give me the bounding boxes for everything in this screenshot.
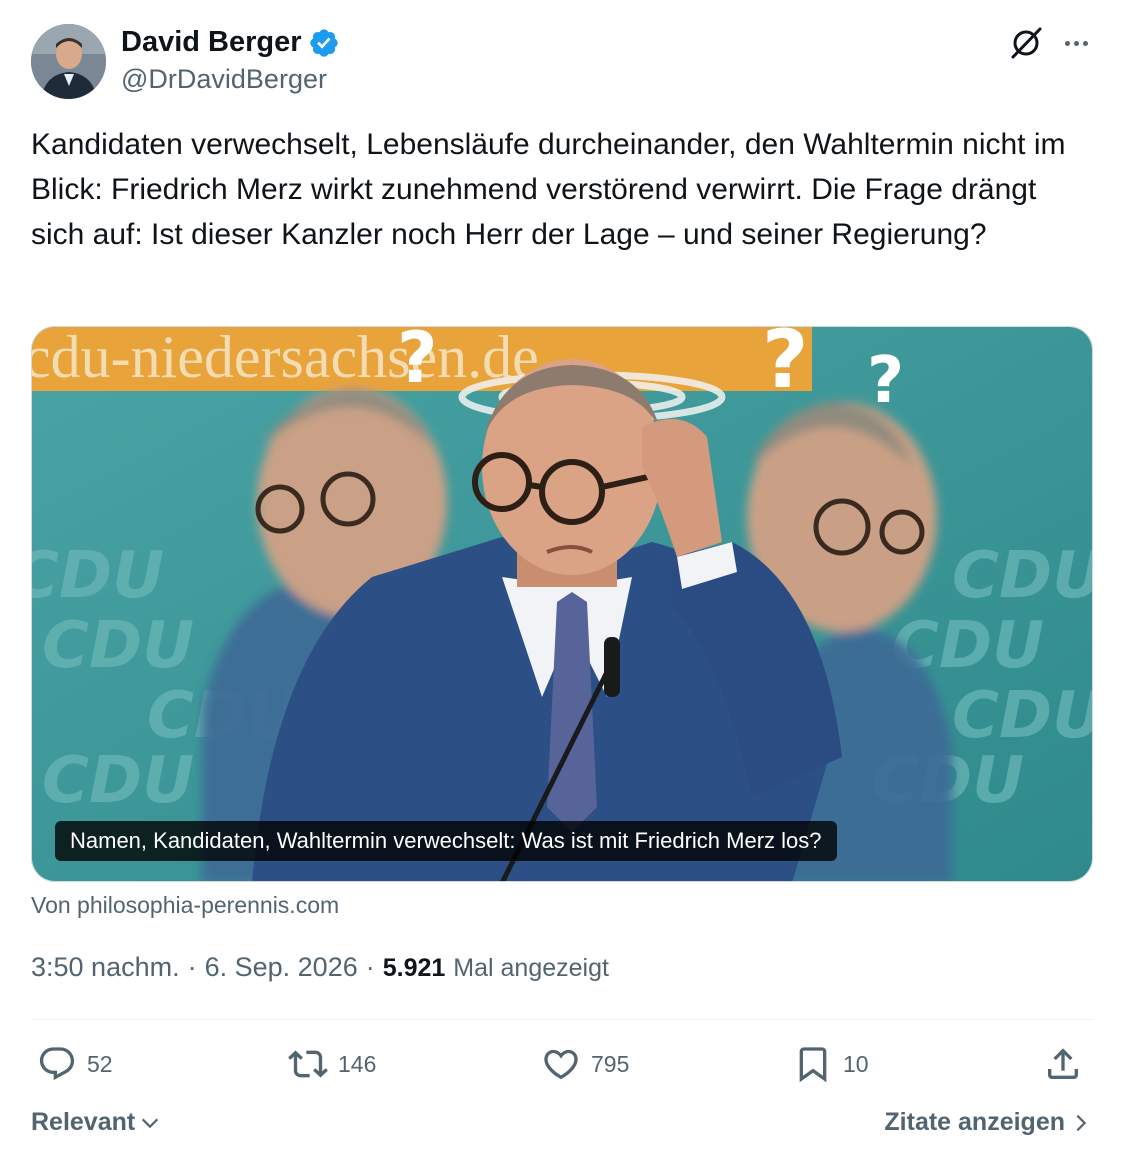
card-caption: Namen, Kandidaten, Wahltermin verwechsel… (55, 821, 837, 861)
meta-separator: · (365, 952, 375, 982)
bookmark-count: 10 (843, 1050, 869, 1077)
grok-icon[interactable] (1007, 24, 1045, 62)
card-source-link[interactable]: Von philosophia-perennis.com (31, 892, 339, 919)
banner-text: cdu-niedersachsen.de (32, 327, 539, 390)
retweet-button[interactable]: 146 (288, 1042, 376, 1086)
chevron-right-icon (1076, 1114, 1087, 1131)
sort-replies-dropdown[interactable]: Relevant (31, 1108, 161, 1137)
cdu-logo-text: CDU (952, 679, 1093, 753)
retweet-icon (288, 1050, 328, 1078)
cdu-logo-text: CDU (42, 609, 194, 683)
tweet-header: David Berger @DrDavidBerger (31, 22, 1093, 102)
views-count: 5.921 (382, 954, 446, 982)
share-button[interactable] (1043, 1042, 1083, 1086)
link-card[interactable]: cdu-niedersachsen.de CDU CDU CDU CDU CDU… (31, 326, 1093, 882)
chevron-down-icon (142, 1118, 159, 1128)
reply-icon (39, 1047, 75, 1081)
quotes-label: Zitate anzeigen (884, 1108, 1065, 1136)
views-label: Mal angezeigt (453, 954, 609, 982)
sort-label: Relevant (31, 1108, 136, 1136)
cdu-logo-text: CDU (42, 744, 194, 818)
svg-text:?: ? (867, 344, 904, 418)
tweet-date[interactable]: 6. Sep. 2026 (205, 952, 358, 983)
name-row: David Berger (121, 26, 340, 59)
view-quotes-link[interactable]: Zitate anzeigen (884, 1108, 1089, 1137)
svg-text:?: ? (397, 327, 438, 399)
bookmark-button[interactable]: 10 (793, 1042, 869, 1086)
tweet-time[interactable]: 3:50 nachm. (31, 952, 180, 983)
tweet-text: Kandidaten verwechselt, Lebensläufe durc… (31, 128, 1066, 251)
display-name[interactable]: David Berger (121, 26, 302, 59)
cdu-logo-text: CDU (952, 539, 1093, 613)
meta-separator: · (187, 952, 197, 982)
like-count: 795 (591, 1050, 630, 1077)
reply-count: 52 (87, 1050, 113, 1077)
user-handle[interactable]: @DrDavidBerger (121, 64, 327, 95)
cdu-logo-text: CDU (32, 539, 164, 613)
reply-button[interactable]: 52 (37, 1042, 113, 1086)
share-icon (1048, 1048, 1078, 1079)
avatar[interactable] (31, 24, 106, 99)
retweet-count: 146 (338, 1050, 377, 1077)
bookmark-icon (799, 1047, 827, 1083)
more-icon[interactable] (1056, 24, 1096, 62)
verified-badge-icon[interactable] (308, 27, 340, 59)
tweet-meta: 3:50 nachm. · 6. Sep. 2026 · 5.921 Mal a… (31, 952, 609, 983)
divider (31, 1019, 1093, 1020)
svg-text:?: ? (762, 327, 808, 406)
like-button[interactable]: 795 (541, 1042, 629, 1086)
card-image: cdu-niedersachsen.de CDU CDU CDU CDU CDU… (32, 327, 1093, 881)
heart-icon (544, 1049, 578, 1080)
